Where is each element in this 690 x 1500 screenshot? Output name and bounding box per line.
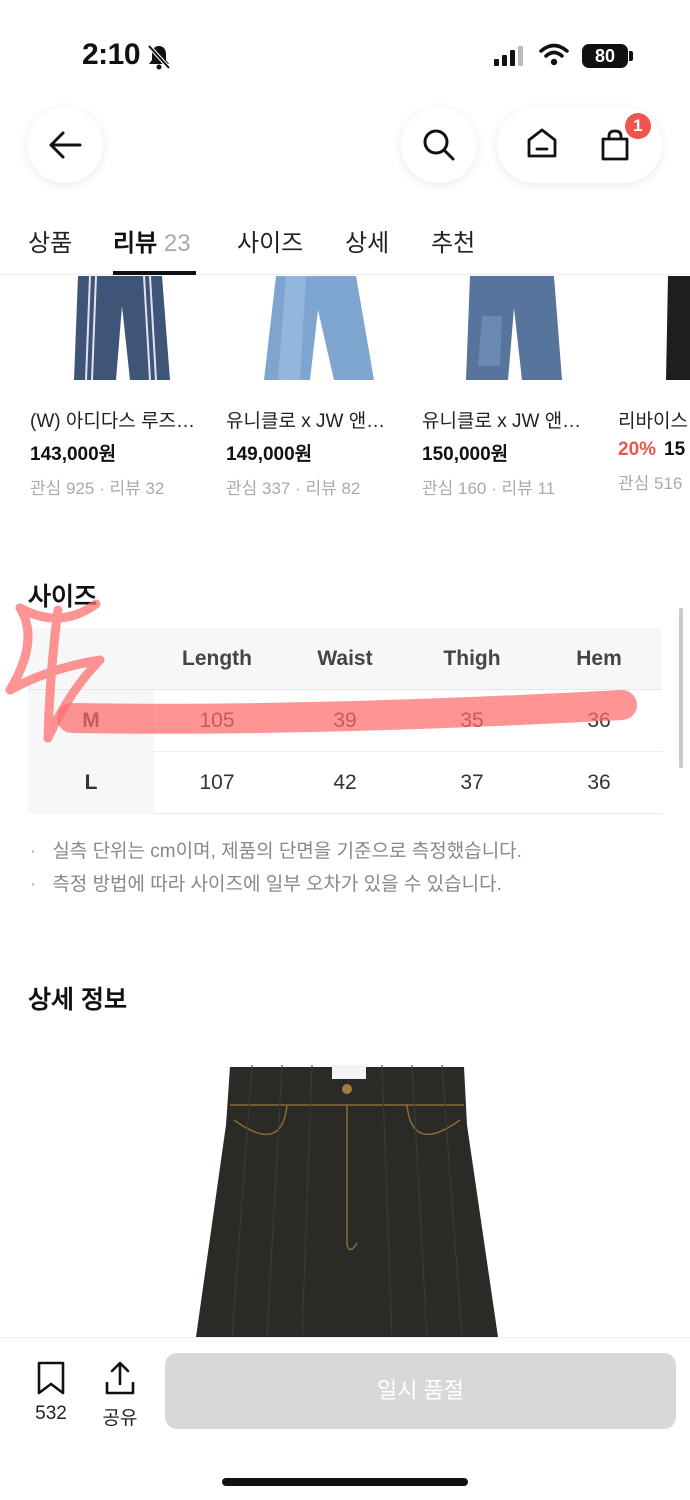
- tab-label: 리뷰: [113, 230, 158, 257]
- tab-review-count: 23: [163, 230, 191, 257]
- bookmark-count: 532: [35, 1403, 67, 1424]
- size-section-title: 사이즈: [28, 583, 98, 611]
- column-header: Thigh: [443, 647, 501, 670]
- row-size-label: M: [82, 709, 100, 732]
- size-value: 36: [587, 709, 611, 732]
- product-price-value: 15: [664, 439, 686, 460]
- tab-detail[interactable]: 상세: [345, 223, 389, 258]
- home-button[interactable]: [524, 125, 560, 166]
- tab-recommend[interactable]: 추천: [431, 223, 475, 258]
- share-button[interactable]: 공유: [95, 1360, 145, 1430]
- scrollbar[interactable]: [679, 608, 683, 768]
- search-icon: [423, 129, 455, 161]
- product-card[interactable]: 유니클로 x JW 앤… 149,000원 관심 337 · 리뷰 82: [226, 276, 406, 499]
- product-name: 유니클로 x JW 앤…: [422, 411, 582, 432]
- product-card[interactable]: 리바이스… 20% 15 관심 516: [618, 276, 690, 494]
- tab-product[interactable]: 상품: [28, 223, 72, 258]
- product-price: 150,000원: [422, 444, 509, 465]
- size-value: 39: [333, 709, 357, 732]
- size-notes: 실측 단위는 cm이며, 제품의 단면을 기준으로 측정했습니다. 측정 방법에…: [30, 835, 522, 901]
- size-row-l: L 107 42 37 36: [28, 752, 662, 814]
- product-price: 143,000원: [30, 444, 117, 465]
- column-header: Hem: [576, 647, 622, 670]
- product-meta: 관심 160 · 리뷰 11: [422, 479, 556, 498]
- status-time: 2:10: [82, 38, 141, 71]
- product-card[interactable]: (W) 아디다스 루즈… 143,000원 관심 925 · 리뷰 32: [30, 276, 210, 499]
- product-name: (W) 아디다스 루즈…: [30, 411, 196, 432]
- product-price: 20% 15: [618, 439, 690, 461]
- row-size-label: L: [84, 771, 98, 794]
- size-value: 37: [460, 771, 484, 794]
- tab-label: 추천: [431, 230, 476, 257]
- size-note: 측정 방법에 따라 사이즈에 일부 오차가 있을 수 있습니다.: [30, 868, 522, 901]
- product-name: 리바이스…: [618, 411, 690, 432]
- signal-icon: [494, 46, 523, 66]
- tab-review[interactable]: 리뷰 23: [113, 223, 191, 258]
- battery-indicator: 80: [582, 44, 628, 68]
- product-name: 유니클로 x JW 앤…: [226, 411, 386, 432]
- size-value: 35: [460, 709, 484, 732]
- wifi-icon: [539, 43, 569, 66]
- home-cart-group: 1: [497, 107, 662, 183]
- column-header: Waist: [317, 647, 373, 670]
- product-meta: 관심 516: [618, 474, 683, 493]
- share-icon: [105, 1361, 135, 1395]
- back-button[interactable]: [27, 107, 103, 183]
- size-value: 36: [587, 771, 611, 794]
- home-icon: [527, 128, 557, 157]
- home-indicator: [222, 1478, 468, 1486]
- bell-muted-icon: [147, 44, 171, 70]
- product-image: [226, 276, 406, 386]
- search-button[interactable]: [401, 107, 477, 183]
- size-table-header: Length Waist Thigh Hem: [28, 628, 662, 690]
- tab-label: 상세: [345, 230, 390, 257]
- bookmark-button[interactable]: 532: [26, 1360, 76, 1425]
- cart-badge: 1: [624, 113, 651, 139]
- product-card[interactable]: 유니클로 x JW 앤… 150,000원 관심 160 · 리뷰 11: [422, 276, 602, 499]
- tab-size[interactable]: 사이즈: [237, 223, 303, 258]
- cart-button[interactable]: 1: [595, 113, 651, 165]
- section-tabs: 상품 리뷰 23 사이즈 상세 추천: [0, 205, 690, 275]
- arrow-left-icon: [49, 131, 82, 159]
- size-value: 42: [333, 771, 357, 794]
- column-header: Length: [182, 647, 252, 670]
- bottom-action-bar: 532 공유 일시 품절: [0, 1337, 690, 1500]
- product-image: [30, 276, 210, 386]
- product-image: [422, 276, 602, 386]
- product-meta: 관심 925 · 리뷰 32: [30, 479, 165, 498]
- detail-section-title: 상세 정보: [28, 986, 127, 1014]
- product-image: [618, 276, 690, 386]
- product-meta: 관심 337 · 리뷰 82: [226, 479, 361, 498]
- size-value: 105: [199, 709, 235, 732]
- sold-out-button[interactable]: 일시 품절: [165, 1353, 676, 1429]
- tab-label: 사이즈: [237, 230, 304, 257]
- bookmark-icon: [37, 1361, 65, 1395]
- status-bar: 2:10 80: [0, 0, 690, 100]
- product-price: 149,000원: [226, 444, 313, 465]
- size-row-m: M 105 39 35 36: [28, 690, 662, 752]
- product-discount: 20%: [618, 439, 657, 460]
- size-value: 107: [199, 771, 235, 794]
- battery-cap: [629, 51, 633, 61]
- size-table: Length Waist Thigh Hem M 105 39 35 36 L …: [28, 628, 662, 814]
- size-note: 실측 단위는 cm이며, 제품의 단면을 기준으로 측정했습니다.: [30, 835, 522, 868]
- tab-label: 상품: [28, 230, 73, 257]
- share-label: 공유: [102, 1408, 138, 1429]
- product-detail-image: [196, 1065, 498, 1337]
- active-tab-indicator: [113, 271, 196, 275]
